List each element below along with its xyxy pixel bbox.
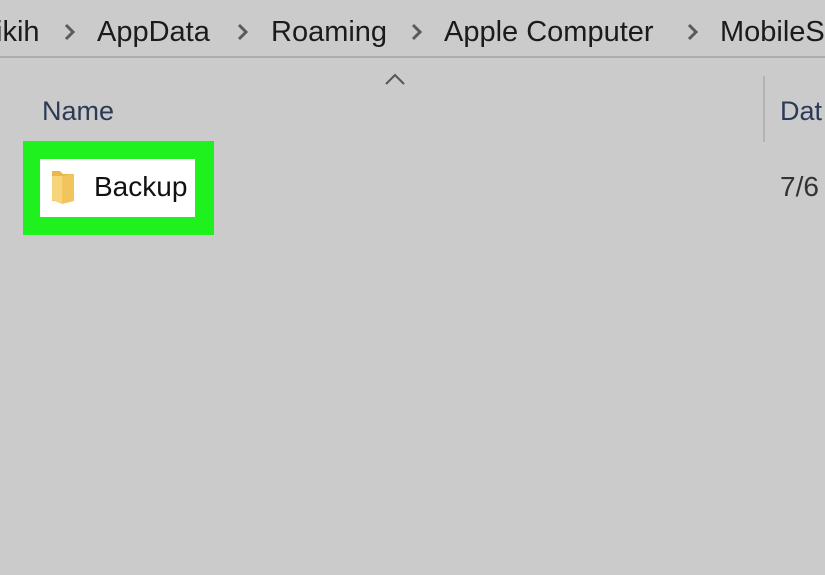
column-divider[interactable] bbox=[763, 76, 765, 142]
chevron-right-icon[interactable] bbox=[407, 22, 427, 42]
chevron-right-icon[interactable] bbox=[683, 22, 703, 42]
breadcrumb-item-user[interactable]: ikih bbox=[0, 14, 40, 50]
breadcrumb-item-mobilesync[interactable]: MobileS bbox=[720, 14, 825, 50]
folder-icon bbox=[48, 167, 78, 205]
breadcrumb-item-appdata[interactable]: AppData bbox=[97, 14, 210, 50]
breadcrumb-item-apple-computer[interactable]: Apple Computer bbox=[444, 14, 654, 50]
folder-name: Backup bbox=[94, 171, 188, 202]
folder-date: 7/6 bbox=[780, 171, 819, 202]
column-header-row bbox=[0, 60, 825, 142]
sort-ascending-icon bbox=[383, 72, 407, 86]
chevron-right-icon[interactable] bbox=[233, 22, 253, 42]
chevron-right-icon[interactable] bbox=[60, 22, 80, 42]
breadcrumb-item-roaming[interactable]: Roaming bbox=[271, 14, 387, 50]
column-header-date[interactable]: Dat bbox=[780, 94, 822, 128]
file-explorer-window: ikih AppData Roaming Apple Computer Mobi… bbox=[0, 0, 825, 575]
column-header-name[interactable]: Name bbox=[42, 94, 114, 128]
breadcrumb: ikih AppData Roaming Apple Computer Mobi… bbox=[0, 0, 825, 58]
